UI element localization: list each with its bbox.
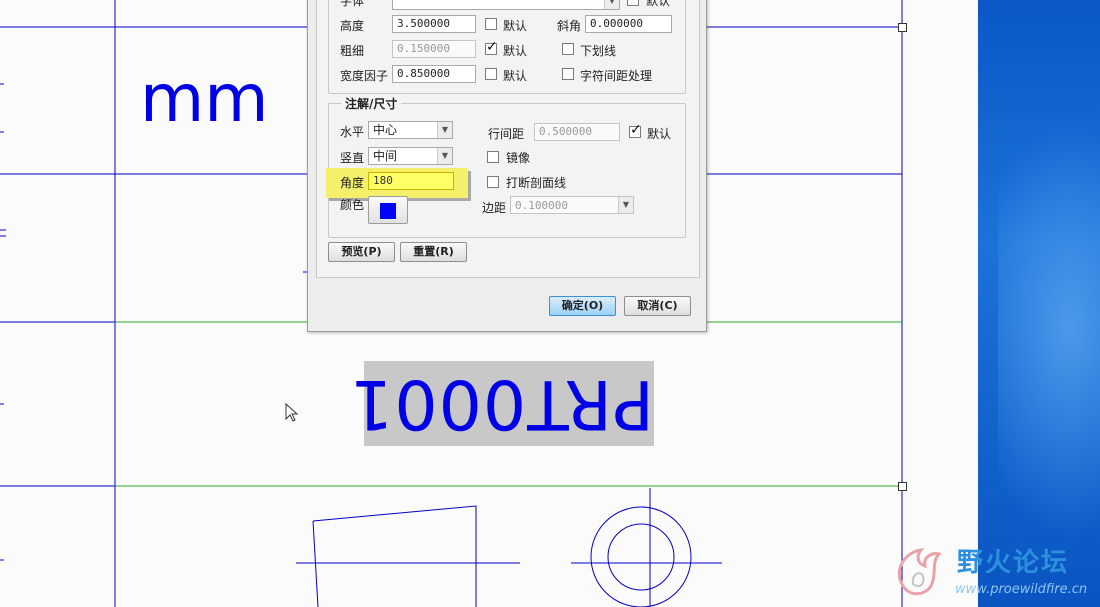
line-spacing-input[interactable]: 0.500000 bbox=[534, 123, 620, 141]
width-factor-default-label: 默认 bbox=[503, 69, 528, 83]
chevron-down-icon: ▼ bbox=[604, 0, 619, 9]
ok-button[interactable]: 确定(O) bbox=[549, 296, 616, 316]
cancel-button[interactable]: 取消(C) bbox=[624, 296, 691, 316]
font-default-label: 默认 bbox=[646, 0, 671, 8]
checkmark-icon: ✓ bbox=[486, 39, 498, 55]
watermark-url: www.proewildfire.cn bbox=[955, 582, 1088, 597]
thickness-default-label: 默认 bbox=[503, 44, 528, 58]
font-combo[interactable]: ▼ bbox=[392, 0, 620, 10]
angle-label: 角度 bbox=[340, 176, 365, 190]
mirror-checkbox[interactable] bbox=[487, 151, 499, 163]
vertical-combo[interactable]: 中间 ▼ bbox=[368, 147, 453, 165]
line-spacing-label: 行间距 bbox=[488, 127, 525, 141]
resize-handle-top[interactable] bbox=[898, 23, 907, 32]
note-group-title: 注解/尺寸 bbox=[341, 95, 402, 112]
line-spacing-default-checkbox[interactable]: ✓ bbox=[629, 122, 642, 138]
horizontal-combo[interactable]: 中心 ▼ bbox=[368, 121, 453, 139]
underline-checkbox[interactable] bbox=[562, 43, 574, 55]
thickness-input[interactable]: 0.150000 bbox=[392, 40, 476, 58]
slant-input[interactable]: 0.000000 bbox=[585, 15, 672, 33]
chevron-down-icon: ▼ bbox=[618, 197, 633, 213]
font-label: 字体 bbox=[340, 0, 365, 8]
horizontal-value: 中心 bbox=[373, 123, 398, 137]
kerning-label: 字符间距处理 bbox=[580, 69, 653, 83]
chevron-down-icon: ▼ bbox=[437, 148, 452, 164]
height-label: 高度 bbox=[340, 19, 365, 33]
preview-button[interactable]: 预览(P) bbox=[328, 242, 395, 262]
color-picker-button[interactable] bbox=[368, 196, 408, 224]
height-default-checkbox[interactable] bbox=[485, 18, 497, 30]
margin-label: 边距 bbox=[482, 201, 507, 215]
chevron-down-icon: ▼ bbox=[437, 122, 452, 138]
resize-handle-bottom[interactable] bbox=[898, 482, 907, 491]
slant-label: 斜角 bbox=[557, 19, 582, 33]
width-factor-label: 宽度因子 bbox=[340, 69, 389, 83]
flame-logo-icon bbox=[898, 547, 942, 596]
kerning-checkbox[interactable] bbox=[562, 68, 574, 80]
unit-label: mm bbox=[140, 60, 269, 137]
selected-note[interactable]: PRT0001 bbox=[349, 361, 654, 446]
margin-value: 0.100000 bbox=[515, 199, 568, 212]
note-text: PRT0001 bbox=[349, 364, 654, 443]
reset-button[interactable]: 重置(R) bbox=[400, 242, 467, 262]
angle-input[interactable]: 180 bbox=[368, 172, 454, 190]
forum-watermark: 野火论坛 www.proewildfire.cn bbox=[893, 542, 1100, 604]
margin-combo[interactable]: 0.100000 ▼ bbox=[510, 196, 634, 214]
color-label: 颜色 bbox=[340, 198, 365, 212]
vertical-label: 竖直 bbox=[340, 151, 365, 165]
width-factor-input[interactable]: 0.850000 bbox=[392, 65, 476, 83]
line-spacing-default-label: 默认 bbox=[647, 127, 672, 141]
thickness-label: 粗细 bbox=[340, 44, 365, 58]
thickness-default-checkbox[interactable]: ✓ bbox=[485, 39, 498, 55]
width-factor-default-checkbox[interactable] bbox=[485, 68, 497, 80]
mirror-label: 镜像 bbox=[506, 151, 531, 165]
break-hatch-checkbox[interactable] bbox=[487, 176, 499, 188]
mouse-pointer-icon bbox=[285, 403, 299, 422]
height-default-label: 默认 bbox=[503, 19, 528, 33]
horizontal-label: 水平 bbox=[340, 125, 365, 139]
break-hatch-label: 打断剖面线 bbox=[506, 176, 567, 190]
height-input[interactable]: 3.500000 bbox=[392, 15, 476, 33]
checkmark-icon: ✓ bbox=[630, 122, 642, 138]
watermark-title: 野火论坛 bbox=[957, 548, 1070, 578]
font-default-checkbox[interactable] bbox=[627, 0, 639, 6]
underline-label: 下划线 bbox=[580, 44, 617, 58]
vertical-value: 中间 bbox=[373, 149, 398, 163]
color-swatch bbox=[380, 203, 396, 219]
desktop-background bbox=[978, 0, 1100, 607]
